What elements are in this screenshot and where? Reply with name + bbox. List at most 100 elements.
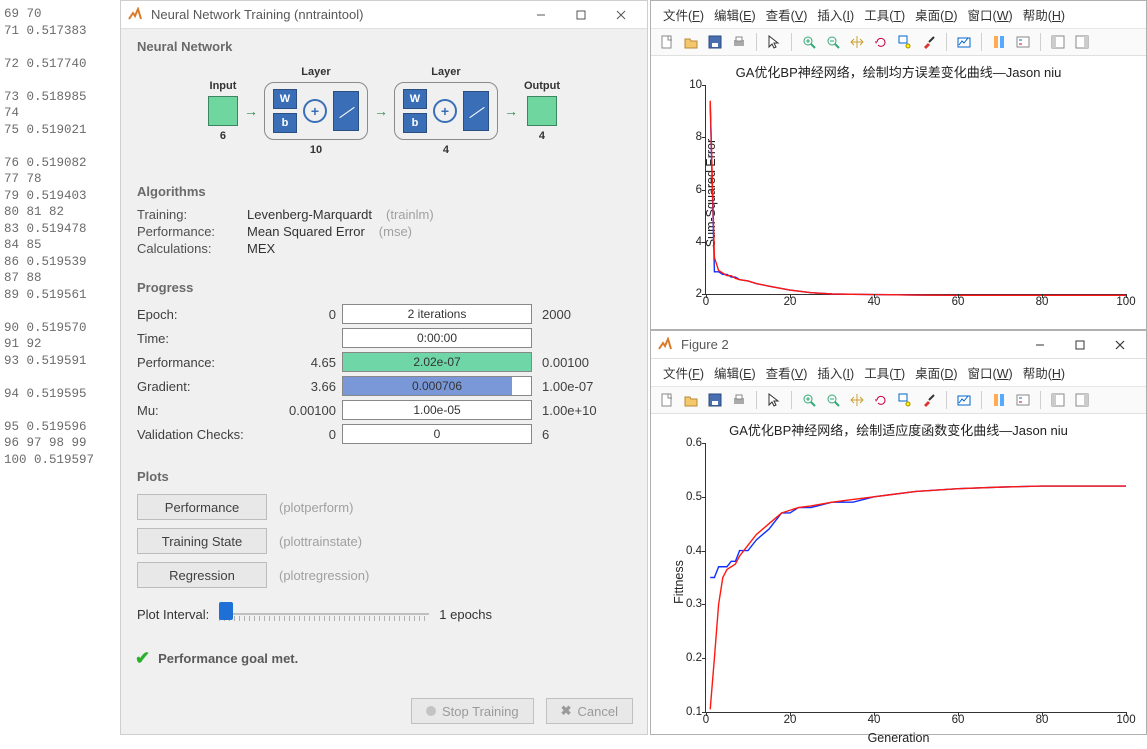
panel-title: Neural Network xyxy=(137,39,631,54)
menu-item[interactable]: 窗口(W) xyxy=(964,361,1017,384)
menu-item[interactable]: 文件(F) xyxy=(659,3,708,26)
label: Performance: xyxy=(137,224,237,239)
stop-training-button[interactable]: Stop Training xyxy=(411,698,534,724)
activation xyxy=(333,91,359,131)
show-plot-tools-icon[interactable] xyxy=(1072,32,1092,52)
legend-icon[interactable] xyxy=(1013,390,1033,410)
menu-item[interactable]: 文件(F) xyxy=(659,361,708,384)
arrow-icon: → xyxy=(504,103,518,119)
menu-item[interactable]: 编辑(E) xyxy=(710,3,760,26)
menu-item[interactable]: 工具(T) xyxy=(860,361,909,384)
bias-box: b xyxy=(403,113,427,133)
hint: (mse) xyxy=(379,224,412,239)
rotate-icon[interactable] xyxy=(871,32,891,52)
menu-item[interactable]: 查看(V) xyxy=(762,361,812,384)
zoom-out-icon[interactable] xyxy=(823,390,843,410)
separator xyxy=(1040,33,1041,51)
series-curr xyxy=(710,101,1126,296)
open-folder-icon[interactable] xyxy=(681,32,701,52)
menu-item[interactable]: 工具(T) xyxy=(860,3,909,26)
chart-title: GA优化BP神经网络，绘制均方误差变化曲线—Jason niu xyxy=(659,62,1138,81)
menu-item[interactable]: 帮助(H) xyxy=(1019,361,1069,384)
x-axis-label: Generation xyxy=(659,731,1138,745)
brush-icon[interactable] xyxy=(919,32,939,52)
save-icon[interactable] xyxy=(705,32,725,52)
menu-item[interactable]: 插入(I) xyxy=(813,3,858,26)
nn-diagram: Input6 → Layer Wb + 10 → Layer Wb + 4 → xyxy=(137,54,631,162)
colorbar-icon[interactable] xyxy=(989,390,1009,410)
menu-item[interactable]: 桌面(D) xyxy=(911,3,961,26)
menu-item[interactable]: 桌面(D) xyxy=(911,361,961,384)
close-button[interactable] xyxy=(601,1,641,29)
hide-plot-tools-icon[interactable] xyxy=(1048,32,1068,52)
zoom-out-icon[interactable] xyxy=(823,32,843,52)
chart-title: GA优化BP神经网络，绘制适应度函数变化曲线—Jason niu xyxy=(659,420,1138,439)
menu-item[interactable]: 帮助(H) xyxy=(1019,3,1069,26)
panel-title: Progress xyxy=(137,280,631,295)
progress-row-epoch: Epoch: 0 2 iterations 2000 xyxy=(137,303,631,325)
save-icon[interactable] xyxy=(705,390,725,410)
close-button[interactable] xyxy=(1100,331,1140,359)
chart-plot-area[interactable]: 0.10.20.30.40.50.6020406080100 xyxy=(705,443,1126,713)
pointer-icon[interactable] xyxy=(764,390,784,410)
progress-bar: 1.00e-05 xyxy=(342,400,532,420)
zoom-in-icon[interactable] xyxy=(799,32,819,52)
start-value: 0.00100 xyxy=(282,403,342,418)
rotate-icon[interactable] xyxy=(871,390,891,410)
bar-text: 0:00:00 xyxy=(417,331,457,345)
colorbar-icon[interactable] xyxy=(989,32,1009,52)
data-cursor-icon[interactable] xyxy=(895,32,915,52)
legend-icon[interactable] xyxy=(1013,32,1033,52)
label: Performance: xyxy=(137,355,282,370)
link-plot-icon[interactable] xyxy=(954,32,974,52)
figure-1-window: 文件(F)编辑(E)查看(V)插入(I)工具(T)桌面(D)窗口(W)帮助(H)… xyxy=(650,0,1147,330)
titlebar[interactable]: Neural Network Training (nntraintool) xyxy=(121,1,647,29)
progress-bar: 2 iterations xyxy=(342,304,532,324)
titlebar[interactable]: Figure 2 xyxy=(651,331,1146,359)
data-cursor-icon[interactable] xyxy=(895,390,915,410)
training-state-plot-button[interactable]: Training State xyxy=(137,528,267,554)
series-best xyxy=(710,486,1126,577)
label: Stop Training xyxy=(442,704,519,719)
window-title: Figure 2 xyxy=(681,337,1020,352)
label: Time: xyxy=(137,331,282,346)
chart-plot-area[interactable]: 246810020406080100 xyxy=(705,85,1126,295)
new-file-icon[interactable] xyxy=(657,390,677,410)
maximize-button[interactable] xyxy=(1060,331,1100,359)
menu-item[interactable]: 窗口(W) xyxy=(964,3,1017,26)
separator xyxy=(981,33,982,51)
progress-row-valid: Validation Checks: 0 0 6 xyxy=(137,423,631,445)
arrow-icon: → xyxy=(374,103,388,119)
zoom-in-icon[interactable] xyxy=(799,390,819,410)
print-icon[interactable] xyxy=(729,32,749,52)
show-plot-tools-icon[interactable] xyxy=(1072,390,1092,410)
cancel-button[interactable]: ✖Cancel xyxy=(546,698,633,724)
pointer-icon[interactable] xyxy=(764,32,784,52)
hide-plot-tools-icon[interactable] xyxy=(1048,390,1068,410)
separator xyxy=(791,391,792,409)
label: Calculations: xyxy=(137,241,237,256)
separator xyxy=(1040,391,1041,409)
plot-interval-slider[interactable] xyxy=(219,604,429,624)
maximize-button[interactable] xyxy=(561,1,601,29)
menu-item[interactable]: 查看(V) xyxy=(762,3,812,26)
minimize-button[interactable] xyxy=(521,1,561,29)
pan-icon[interactable] xyxy=(847,32,867,52)
performance-plot-button[interactable]: Performance xyxy=(137,494,267,520)
print-icon[interactable] xyxy=(729,390,749,410)
brush-icon[interactable] xyxy=(919,390,939,410)
label: Mu: xyxy=(137,403,282,418)
menu-item[interactable]: 编辑(E) xyxy=(710,361,760,384)
matlab-icon xyxy=(127,7,143,23)
open-folder-icon[interactable] xyxy=(681,390,701,410)
menu-item[interactable]: 插入(I) xyxy=(813,361,858,384)
sum-op: + xyxy=(303,99,327,123)
regression-plot-button[interactable]: Regression xyxy=(137,562,267,588)
activation xyxy=(463,91,489,131)
new-file-icon[interactable] xyxy=(657,32,677,52)
pan-icon[interactable] xyxy=(847,390,867,410)
outlayer-size: 4 xyxy=(443,144,449,156)
minimize-button[interactable] xyxy=(1020,331,1060,359)
link-plot-icon[interactable] xyxy=(954,390,974,410)
plot-interval-value: 1 epochs xyxy=(439,607,492,622)
